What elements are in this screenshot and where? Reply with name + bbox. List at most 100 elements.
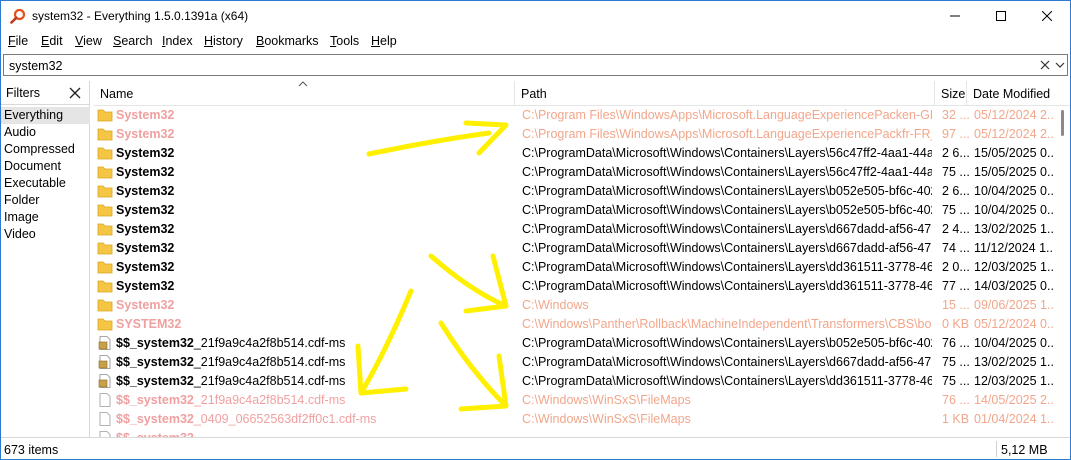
table-row[interactable]: System32 C:\ProgramData\Microsoft\Windows… <box>94 182 1056 201</box>
path-cell: C:\Program Files\WindowsApps\Microsoft.L… <box>522 108 932 122</box>
date-modified-cell: 05/12/2024 2... <box>974 108 1054 122</box>
menu-file[interactable]: File <box>8 34 28 48</box>
name-match: System32 <box>116 260 175 274</box>
everything-window: system32 - Everything 1.5.0.1391a (x64) … <box>0 0 1071 460</box>
table-row[interactable]: System32 C:\Program Files\WindowsApps\Mic… <box>94 106 1056 125</box>
column-header-path[interactable]: Path <box>515 81 935 106</box>
table-row[interactable]: $$_system32_21f9a9c4a2f8b514.cdf-ms C:\Pr… <box>94 372 1056 391</box>
table-row[interactable]: System32 C:\Program Files\WindowsApps\Mic… <box>94 125 1056 144</box>
table-row[interactable]: $$_system32 <box>94 429 1056 437</box>
close-filters-icon[interactable] <box>68 86 82 100</box>
name-cell: System32 <box>97 241 515 255</box>
minimize-button[interactable] <box>932 1 978 31</box>
folder-icon <box>97 147 113 160</box>
file-name: System32 <box>116 222 174 236</box>
close-button[interactable] <box>1024 1 1070 31</box>
folder-icon <box>97 261 113 274</box>
file-name: System32 <box>116 184 174 198</box>
table-row[interactable]: System32 C:\ProgramData\Microsoft\Windows… <box>94 277 1056 296</box>
table-row[interactable]: SYSTEM32 C:\Windows\Panther\Rollback\Mach… <box>94 315 1056 334</box>
date-modified-cell: 05/12/2024 0... <box>974 317 1054 331</box>
name-cell: SYSTEM32 <box>97 317 515 331</box>
menu-edit[interactable]: Edit <box>41 34 63 48</box>
name-rest: _21f9a9c4a2f8b514.cdf-ms <box>193 336 346 350</box>
table-row[interactable]: System32 C:\ProgramData\Microsoft\Windows… <box>94 201 1056 220</box>
menu-view[interactable]: View <box>75 34 102 48</box>
name-match: System32 <box>116 298 175 312</box>
name-cell: System32 <box>97 184 515 198</box>
name-match: System32 <box>116 184 175 198</box>
vertical-scrollbar[interactable] <box>1056 106 1070 437</box>
menu-search[interactable]: Search <box>113 34 153 48</box>
menu-bookmarks[interactable]: Bookmarks <box>256 34 319 48</box>
filter-executable[interactable]: Executable <box>1 175 90 192</box>
table-row[interactable]: $$_system32_21f9a9c4a2f8b514.cdf-ms C:\Pr… <box>94 353 1056 372</box>
menu-history[interactable]: History <box>204 34 243 48</box>
menu-index[interactable]: Index <box>162 34 193 48</box>
date-modified-cell: 09/06/2025 1... <box>974 298 1054 312</box>
filter-video[interactable]: Video <box>1 226 90 243</box>
path-cell: C:\ProgramData\Microsoft\Windows\Contain… <box>522 222 932 236</box>
table-row[interactable]: System32 C:\Windows 15 ... 09/06/2025 1... <box>94 296 1056 315</box>
filter-document[interactable]: Document <box>1 158 90 175</box>
results-rows: System32 C:\Program Files\WindowsApps\Mic… <box>94 106 1056 437</box>
name-cell: System32 <box>97 298 515 312</box>
file-name: System32 <box>116 165 174 179</box>
total-size: 5,12 MB <box>1001 443 1048 457</box>
file-name: System32 <box>116 279 174 293</box>
date-modified-cell: 10/04/2025 0... <box>974 184 1054 198</box>
filter-everything[interactable]: Everything <box>1 107 90 124</box>
name-match: System32 <box>116 146 175 160</box>
name-match: SYSTEM32 <box>116 317 182 331</box>
filters-header: Filters <box>1 81 90 105</box>
table-row[interactable]: System32 C:\ProgramData\Microsoft\Windows… <box>94 220 1056 239</box>
date-modified-cell: 05/12/2024 2... <box>974 127 1054 141</box>
filter-audio[interactable]: Audio <box>1 124 90 141</box>
file-name: $$_system32_0409_06652563df2ff0c1.cdf-ms <box>116 412 376 426</box>
table-row[interactable]: $$_system32_21f9a9c4a2f8b514.cdf-ms C:\Wi… <box>94 391 1056 410</box>
menu-help[interactable]: Help <box>371 34 397 48</box>
name-cell: $$_system32_21f9a9c4a2f8b514.cdf-ms <box>97 355 515 369</box>
size-cell: 77 ... <box>942 279 969 293</box>
table-row[interactable]: System32 C:\ProgramData\Microsoft\Windows… <box>94 163 1056 182</box>
table-row[interactable]: System32 C:\ProgramData\Microsoft\Windows… <box>94 144 1056 163</box>
date-modified-cell: 01/04/2024 1... <box>974 412 1054 426</box>
name-cell: System32 <box>97 279 515 293</box>
column-header-name[interactable]: Name <box>94 81 515 106</box>
folder-icon <box>97 223 113 236</box>
filter-folder[interactable]: Folder <box>1 192 90 209</box>
column-header-size[interactable]: Size <box>935 81 967 106</box>
column-headers: Name Path Size Date Modified <box>94 81 1070 106</box>
path-cell: C:\ProgramData\Microsoft\Windows\Contain… <box>522 355 932 369</box>
path-cell: C:\Program Files\WindowsApps\Microsoft.L… <box>522 127 932 141</box>
path-cell: C:\ProgramData\Microsoft\Windows\Contain… <box>522 165 932 179</box>
name-rest: _21f9a9c4a2f8b514.cdf-ms <box>193 355 346 369</box>
table-row[interactable]: System32 C:\ProgramData\Microsoft\Windows… <box>94 239 1056 258</box>
size-cell: 76 ... <box>942 393 969 407</box>
chevron-down-icon[interactable] <box>1055 59 1065 71</box>
menu-tools[interactable]: Tools <box>330 34 359 48</box>
filter-image[interactable]: Image <box>1 209 90 226</box>
name-match: System32 <box>116 241 175 255</box>
table-row[interactable]: $$_system32_21f9a9c4a2f8b514.cdf-ms C:\Pr… <box>94 334 1056 353</box>
folder-icon <box>97 185 113 198</box>
maximize-button[interactable] <box>978 1 1024 31</box>
date-modified-cell: 10/04/2025 0... <box>974 203 1054 217</box>
table-row[interactable]: $$_system32_0409_06652563df2ff0c1.cdf-ms… <box>94 410 1056 429</box>
file-name: $$_system32_21f9a9c4a2f8b514.cdf-ms <box>116 393 345 407</box>
filter-compressed[interactable]: Compressed <box>1 141 90 158</box>
name-match: System32 <box>116 222 175 236</box>
file-icon <box>99 412 111 426</box>
folder-icon <box>97 299 113 312</box>
size-cell: 76 ... <box>942 336 969 350</box>
clear-search-icon[interactable] <box>1039 58 1051 72</box>
search-input[interactable] <box>4 55 1034 75</box>
column-header-date-modified[interactable]: Date Modified <box>967 81 1057 106</box>
table-row[interactable]: System32 C:\ProgramData\Microsoft\Windows… <box>94 258 1056 277</box>
size-cell: 1 KB <box>942 412 969 426</box>
scrollbar-thumb[interactable] <box>1061 110 1064 136</box>
name-cell: $$_system32_0409_06652563df2ff0c1.cdf-ms <box>97 412 515 426</box>
name-match: $$_system32 <box>116 374 194 388</box>
path-cell: C:\ProgramData\Microsoft\Windows\Contain… <box>522 279 932 293</box>
name-match: System32 <box>116 108 175 122</box>
